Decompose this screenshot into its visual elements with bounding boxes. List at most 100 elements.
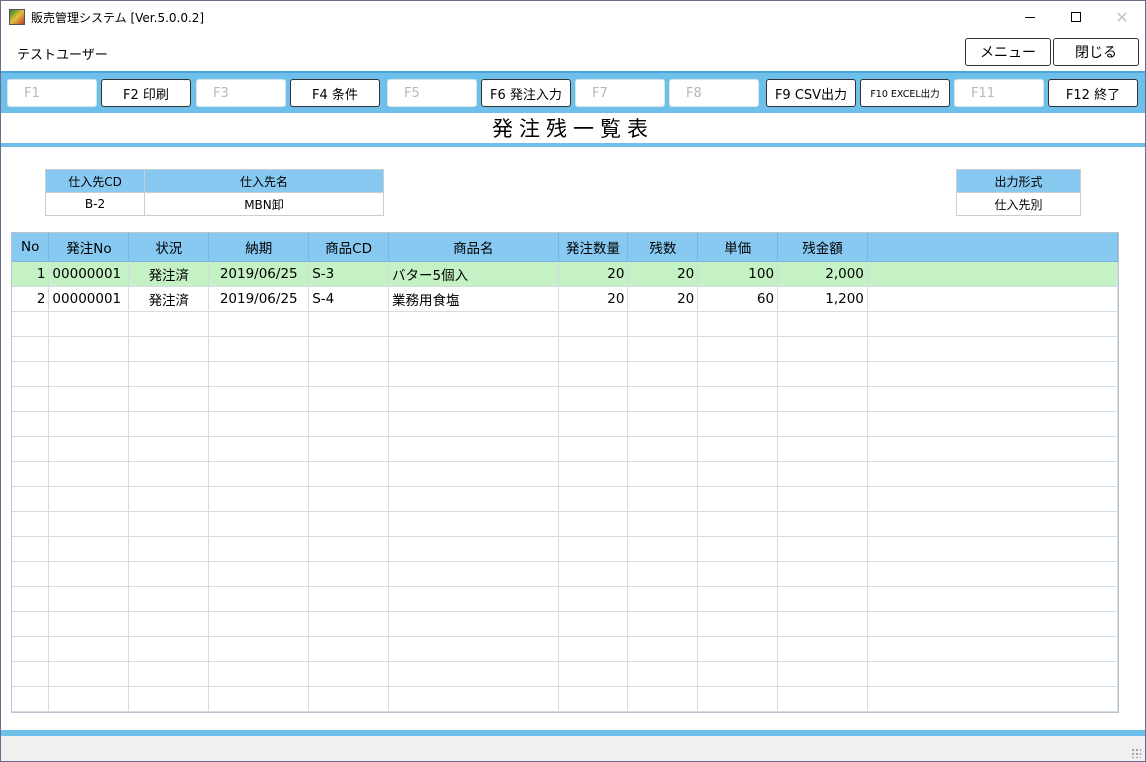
empty-cell[interactable] xyxy=(777,311,868,337)
empty-cell[interactable] xyxy=(12,636,50,662)
empty-cell[interactable] xyxy=(627,661,699,687)
empty-cell[interactable] xyxy=(777,411,868,437)
resize-grip-icon[interactable] xyxy=(1131,748,1141,758)
cell-order-no[interactable]: 00000001 xyxy=(48,261,130,287)
empty-cell[interactable] xyxy=(697,561,779,587)
empty-cell[interactable] xyxy=(388,436,559,462)
menu-button[interactable]: メニュー xyxy=(965,38,1051,66)
column-header-no[interactable]: No xyxy=(12,233,50,262)
f7-button[interactable]: F7 xyxy=(575,79,665,107)
empty-cell[interactable] xyxy=(558,536,629,562)
empty-cell[interactable] xyxy=(777,686,868,712)
empty-cell[interactable] xyxy=(128,411,210,437)
empty-cell[interactable] xyxy=(12,511,50,537)
empty-cell[interactable] xyxy=(308,361,389,387)
empty-cell[interactable] xyxy=(308,336,389,362)
empty-cell[interactable] xyxy=(558,586,629,612)
empty-row[interactable] xyxy=(12,336,1118,362)
f5-button[interactable]: F5 xyxy=(387,79,477,107)
empty-cell[interactable] xyxy=(128,336,210,362)
empty-row[interactable] xyxy=(12,361,1118,387)
empty-cell[interactable] xyxy=(208,661,310,687)
empty-cell[interactable] xyxy=(388,611,559,637)
empty-cell[interactable] xyxy=(697,336,779,362)
empty-cell[interactable] xyxy=(627,561,699,587)
empty-cell[interactable] xyxy=(627,586,699,612)
empty-cell[interactable] xyxy=(627,511,699,537)
empty-cell[interactable] xyxy=(777,636,868,662)
empty-cell[interactable] xyxy=(627,461,699,487)
empty-cell[interactable] xyxy=(697,386,779,412)
empty-cell[interactable] xyxy=(48,661,130,687)
empty-cell[interactable] xyxy=(627,611,699,637)
empty-cell[interactable] xyxy=(697,461,779,487)
empty-cell[interactable] xyxy=(777,486,868,512)
empty-cell[interactable] xyxy=(128,436,210,462)
empty-cell[interactable] xyxy=(208,486,310,512)
cell-no[interactable]: 2 xyxy=(12,286,50,312)
empty-cell[interactable] xyxy=(627,361,699,387)
empty-row[interactable] xyxy=(12,611,1118,637)
empty-cell[interactable] xyxy=(558,511,629,537)
empty-cell[interactable] xyxy=(128,561,210,587)
empty-cell[interactable] xyxy=(128,511,210,537)
empty-cell[interactable] xyxy=(388,686,559,712)
empty-cell[interactable] xyxy=(388,486,559,512)
empty-cell[interactable] xyxy=(777,436,868,462)
empty-cell[interactable] xyxy=(308,586,389,612)
empty-cell[interactable] xyxy=(777,561,868,587)
column-header-product-cd[interactable]: 商品CD xyxy=(308,233,389,262)
empty-cell[interactable] xyxy=(12,536,50,562)
empty-cell[interactable] xyxy=(48,636,130,662)
empty-cell[interactable] xyxy=(128,461,210,487)
cell-product-name[interactable]: 業務用食塩 xyxy=(388,286,559,312)
cell-remaining-qty[interactable]: 20 xyxy=(627,261,699,287)
empty-cell[interactable] xyxy=(388,561,559,587)
empty-row[interactable] xyxy=(12,586,1118,612)
empty-cell[interactable] xyxy=(558,386,629,412)
empty-cell[interactable] xyxy=(388,336,559,362)
empty-cell[interactable] xyxy=(697,311,779,337)
empty-cell[interactable] xyxy=(558,561,629,587)
empty-cell[interactable] xyxy=(558,686,629,712)
empty-cell[interactable] xyxy=(558,486,629,512)
empty-cell[interactable] xyxy=(308,611,389,637)
cell-order-qty[interactable]: 20 xyxy=(558,261,629,287)
empty-row[interactable] xyxy=(12,511,1118,537)
cell-due-date[interactable]: 2019/06/25 xyxy=(208,286,310,312)
column-header-remaining-qty[interactable]: 残数 xyxy=(627,233,699,262)
empty-cell[interactable] xyxy=(12,411,50,437)
empty-cell[interactable] xyxy=(128,636,210,662)
cell-status[interactable]: 発注済 xyxy=(128,286,210,312)
empty-row[interactable] xyxy=(12,411,1118,437)
empty-cell[interactable] xyxy=(208,586,310,612)
empty-cell[interactable] xyxy=(308,636,389,662)
empty-cell[interactable] xyxy=(697,436,779,462)
empty-cell[interactable] xyxy=(48,411,130,437)
cell-remaining-amount[interactable]: 1,200 xyxy=(777,286,868,312)
empty-cell[interactable] xyxy=(12,311,50,337)
empty-row[interactable] xyxy=(12,686,1118,712)
f3-button[interactable]: F3 xyxy=(196,79,286,107)
column-header-remaining-amount[interactable]: 残金額 xyxy=(777,233,868,262)
f4-condition-button[interactable]: F4 条件 xyxy=(290,79,380,107)
empty-cell[interactable] xyxy=(48,386,130,412)
f12-exit-button[interactable]: F12 終了 xyxy=(1048,79,1138,107)
window-close-button[interactable]: ✕ xyxy=(1099,1,1145,33)
empty-cell[interactable] xyxy=(208,311,310,337)
cell-product-cd[interactable]: S-4 xyxy=(308,286,389,312)
empty-row[interactable] xyxy=(12,436,1118,462)
empty-cell[interactable] xyxy=(388,636,559,662)
cell-remaining-amount[interactable]: 2,000 xyxy=(777,261,868,287)
empty-cell[interactable] xyxy=(12,461,50,487)
empty-cell[interactable] xyxy=(12,686,50,712)
empty-row[interactable] xyxy=(12,461,1118,487)
empty-cell[interactable] xyxy=(12,586,50,612)
column-header-product-name[interactable]: 商品名 xyxy=(388,233,559,262)
empty-cell[interactable] xyxy=(48,561,130,587)
empty-cell[interactable] xyxy=(12,386,50,412)
empty-cell[interactable] xyxy=(697,586,779,612)
empty-cell[interactable] xyxy=(128,361,210,387)
f6-order-entry-button[interactable]: F6 発注入力 xyxy=(481,79,571,107)
empty-cell[interactable] xyxy=(308,461,389,487)
